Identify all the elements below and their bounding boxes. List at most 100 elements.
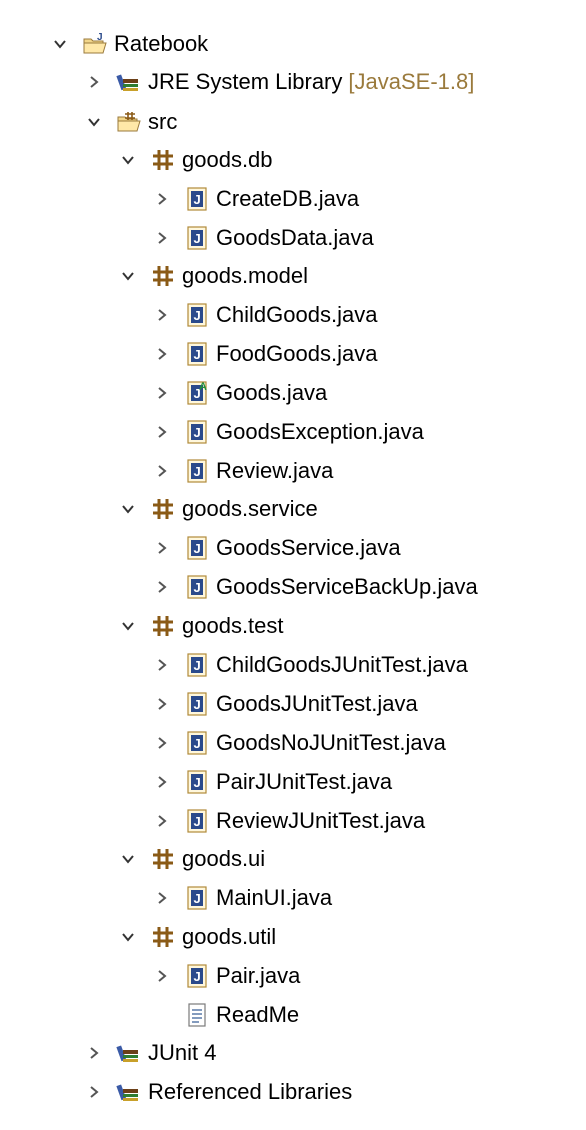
twistie-spacer [150,1003,174,1027]
tree-node-package-goods-test[interactable]: goods.test [116,607,284,645]
tree-node-file-childgoodsjunittest[interactable]: J ChildGoodsJUnitTest.java [150,646,468,684]
tree-node-project[interactable]: J Ratebook [48,25,208,63]
chevron-down-icon[interactable] [116,497,140,521]
java-file-icon: J [184,885,210,911]
tree-node-label: FoodGoods.java [216,341,378,366]
tree-node-package-goods-service[interactable]: goods.service [116,490,318,528]
tree-node-label: GoodsNoJUnitTest.java [216,730,446,755]
svg-text:J: J [194,736,201,751]
tree-node-file-goodsexception[interactable]: J GoodsException.java [150,413,424,451]
tree-node-label: Pair.java [216,963,301,988]
tree-node-label: ReviewJUnitTest.java [216,808,426,833]
tree-node-file-pair[interactable]: J Pair.java [150,957,300,995]
chevron-right-icon[interactable] [150,809,174,833]
svg-text:J: J [194,541,201,556]
svg-text:J: J [194,464,201,479]
tree-node-label: Review.java [216,458,334,483]
tree-node-label: goods.ui [182,846,266,871]
chevron-down-icon[interactable] [116,847,140,871]
chevron-down-icon[interactable] [116,925,140,949]
chevron-down-icon[interactable] [116,614,140,638]
chevron-right-icon[interactable] [150,692,174,716]
svg-text:J: J [194,347,201,362]
chevron-down-icon[interactable] [116,148,140,172]
tree-node-file-goodsservice[interactable]: J GoodsService.java [150,529,401,567]
svg-text:J: J [194,580,201,595]
java-file-icon: J [184,302,210,328]
java-file-icon: J [184,574,210,600]
chevron-right-icon[interactable] [150,459,174,483]
tree-node-file-review[interactable]: J Review.java [150,452,333,490]
project-folder-icon: J [82,31,108,57]
tree-node-label: GoodsData.java [216,225,374,250]
tree-node-label: goods.test [182,613,284,638]
tree-node-label: ChildGoodsJUnitTest.java [216,652,468,677]
tree-node-file-goodsjunittest[interactable]: J GoodsJUnitTest.java [150,685,418,723]
svg-text:J: J [194,192,201,207]
tree-node-package-goods-ui[interactable]: goods.ui [116,840,265,878]
tree-node-file-goodsnojunittest[interactable]: J GoodsNoJUnitTest.java [150,724,446,762]
tree-node-file-mainui[interactable]: J MainUI.java [150,879,332,917]
chevron-right-icon[interactable] [150,770,174,794]
chevron-right-icon[interactable] [82,1080,106,1104]
svg-text:J: J [97,32,103,43]
svg-text:J: J [194,775,201,790]
tree-node-file-readme[interactable]: ReadMe [150,996,299,1034]
chevron-right-icon[interactable] [150,731,174,755]
java-file-icon: J [184,730,210,756]
tree-node-src[interactable]: src [82,103,177,141]
tree-node-referenced-libraries[interactable]: Referenced Libraries [82,1073,352,1111]
chevron-right-icon[interactable] [150,536,174,560]
chevron-right-icon[interactable] [82,1041,106,1065]
tree-node-label: CreateDB.java [216,186,360,211]
java-file-icon: J [184,769,210,795]
chevron-down-icon[interactable] [48,32,72,56]
tree-node-label: GoodsException.java [216,419,424,444]
chevron-right-icon[interactable] [150,653,174,677]
tree-node-label: PairJUnitTest.java [216,769,393,794]
java-file-icon: J [184,691,210,717]
chevron-right-icon[interactable] [150,964,174,988]
package-icon [150,846,176,872]
chevron-right-icon[interactable] [150,342,174,366]
tree-node-label: ChildGoods.java [216,302,378,327]
tree-node-file-goodsdata[interactable]: J GoodsData.java [150,219,374,257]
tree-node-jre-library[interactable]: JRE System Library [JavaSE-1.8] [82,63,474,101]
tree-node-label: goods.service [182,496,318,521]
chevron-down-icon[interactable] [82,110,106,134]
tree-node-label: GoodsService.java [216,535,401,560]
tree-node-file-reviewjunittest[interactable]: J ReviewJUnitTest.java [150,802,425,840]
chevron-right-icon[interactable] [82,70,106,94]
chevron-right-icon[interactable] [150,187,174,211]
tree-node-label: src [148,109,178,134]
chevron-right-icon[interactable] [150,381,174,405]
tree-node-file-foodgoods[interactable]: J FoodGoods.java [150,335,377,373]
svg-text:J: J [194,658,201,673]
svg-text:J: J [194,425,201,440]
chevron-right-icon[interactable] [150,886,174,910]
tree-node-junit-library[interactable]: JUnit 4 [82,1034,216,1072]
tree-node-file-goods[interactable]: JA Goods.java [150,374,327,412]
source-folder-icon [116,109,142,135]
tree-node-file-goodsservicebackup[interactable]: J GoodsServiceBackUp.java [150,568,478,606]
chevron-right-icon[interactable] [150,575,174,599]
package-icon [150,147,176,173]
svg-text:A: A [199,381,207,393]
tree-node-label: Referenced Libraries [148,1079,353,1104]
chevron-right-icon[interactable] [150,420,174,444]
tree-node-package-goods-db[interactable]: goods.db [116,141,273,179]
chevron-right-icon[interactable] [150,303,174,327]
tree-node-package-goods-model[interactable]: goods.model [116,257,308,295]
java-file-icon: J [184,225,210,251]
package-explorer-tree: J Ratebook JRE System Library [JavaSE-1.… [0,0,586,1130]
package-icon [150,924,176,950]
tree-node-label: Ratebook [114,31,209,56]
tree-node-file-pairjunittest[interactable]: J PairJUnitTest.java [150,763,392,801]
tree-node-file-createdb[interactable]: J CreateDB.java [150,180,359,218]
tree-node-label: GoodsServiceBackUp.java [216,574,478,599]
java-file-icon: J [184,963,210,989]
chevron-down-icon[interactable] [116,264,140,288]
chevron-right-icon[interactable] [150,226,174,250]
tree-node-package-goods-util[interactable]: goods.util [116,918,276,956]
tree-node-file-childgoods[interactable]: J ChildGoods.java [150,296,377,334]
